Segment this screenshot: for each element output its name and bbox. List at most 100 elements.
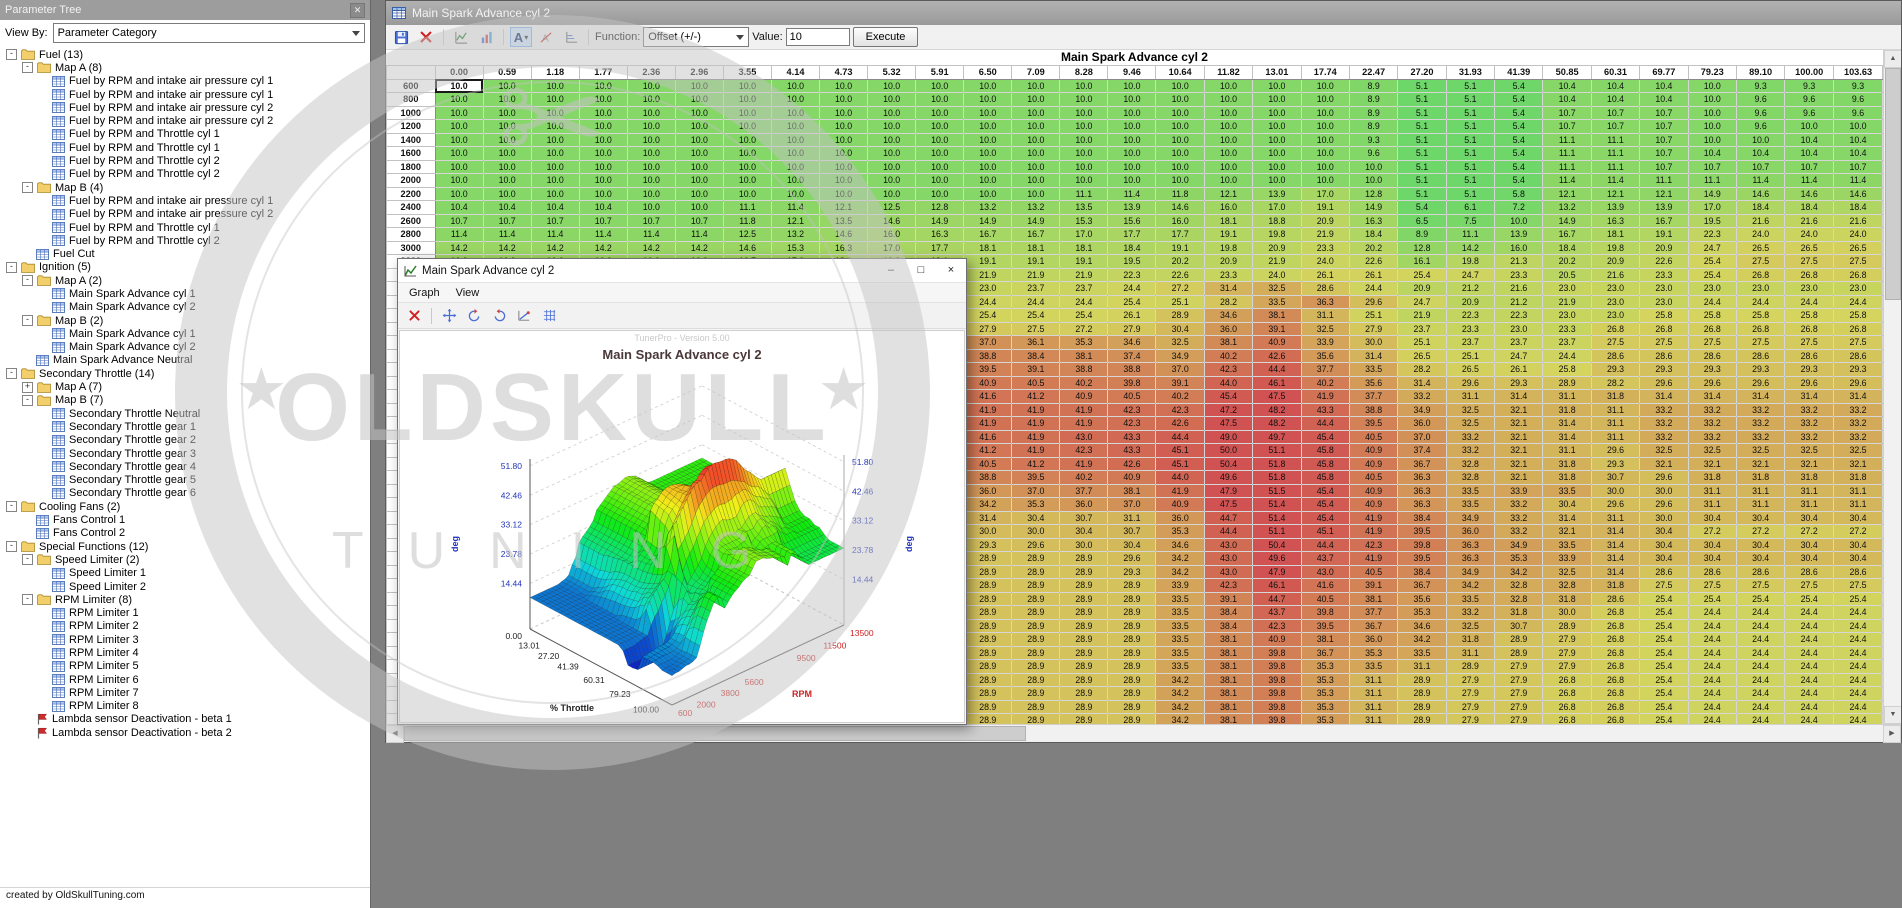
map-cell[interactable]: 33.2	[1785, 403, 1834, 417]
map-cell[interactable]: 33.2	[1736, 430, 1784, 444]
map-cell[interactable]: 12.8	[1398, 241, 1446, 255]
map-cell[interactable]: 36.3	[1398, 471, 1446, 485]
map-cell[interactable]: 28.9	[1012, 565, 1060, 579]
map-cell[interactable]: 18.8	[1253, 214, 1301, 228]
map-cell[interactable]: 43.0	[1204, 538, 1252, 552]
map-cell[interactable]: 28.9	[1012, 633, 1060, 647]
map-cell[interactable]: 10.0	[1253, 174, 1301, 188]
map-cell[interactable]: 24.0	[1834, 228, 1883, 242]
map-cell[interactable]: 33.2	[1446, 430, 1494, 444]
map-cell[interactable]: 33.2	[1446, 444, 1494, 458]
map-cell[interactable]: 5.1	[1398, 79, 1446, 93]
map-cell[interactable]: 28.6	[1834, 565, 1883, 579]
map-cell[interactable]: 31.1	[1688, 498, 1736, 512]
map-cell[interactable]: 28.9	[964, 579, 1012, 593]
map-cell[interactable]: 10.0	[1108, 174, 1156, 188]
map-cell[interactable]: 31.1	[1349, 700, 1397, 714]
map-cell[interactable]: 10.0	[531, 187, 579, 201]
map-cell[interactable]: 19.8	[1591, 241, 1639, 255]
map-cell[interactable]: 10.0	[1012, 133, 1060, 147]
map-cell[interactable]: 24.4	[1688, 660, 1736, 674]
map-cell[interactable]: 10.0	[1736, 133, 1784, 147]
map-cell[interactable]: 14.2	[483, 241, 531, 255]
map-cell[interactable]: 24.4	[1688, 700, 1736, 714]
map-cell[interactable]: 10.0	[531, 93, 579, 107]
map-cell[interactable]: 37.7	[1349, 390, 1397, 404]
map-cell[interactable]: 5.1	[1398, 187, 1446, 201]
map-cell[interactable]: 10.0	[771, 160, 819, 174]
map-cell[interactable]: 5.4	[1495, 160, 1543, 174]
map-cell[interactable]: 24.7	[1495, 349, 1543, 363]
map-cell[interactable]: 25.4	[1640, 633, 1688, 647]
map-cell[interactable]: 21.6	[1834, 214, 1883, 228]
map-cell[interactable]: 10.7	[1640, 120, 1688, 134]
map-cell[interactable]: 31.8	[1591, 579, 1639, 593]
map-cell[interactable]: 10.0	[868, 147, 916, 161]
map-cell[interactable]: 24.4	[1834, 673, 1883, 687]
map-cell[interactable]: 33.5	[1543, 484, 1591, 498]
map-cell[interactable]: 24.4	[1543, 349, 1591, 363]
map-cell[interactable]: 34.2	[1156, 714, 1204, 725]
map-cell[interactable]: 33.2	[1640, 430, 1688, 444]
map-cell[interactable]: 32.5	[1301, 322, 1349, 336]
map-cell[interactable]: 23.7	[1398, 322, 1446, 336]
minus-expander-icon[interactable]: -	[22, 315, 33, 326]
row-header[interactable]: 800	[387, 93, 436, 107]
map-cell[interactable]: 31.8	[1446, 633, 1494, 647]
map-cell[interactable]: 25.4	[1640, 592, 1688, 606]
map-cell[interactable]: 28.9	[1398, 700, 1446, 714]
map-cell[interactable]: 24.4	[1785, 606, 1834, 620]
map-cell[interactable]: 32.1	[1688, 457, 1736, 471]
map-cell[interactable]: 32.8	[1495, 579, 1543, 593]
vertical-scroll-thumb[interactable]	[1885, 68, 1901, 300]
maximize-button[interactable]: □	[906, 259, 936, 282]
map-cell[interactable]: 31.8	[1543, 592, 1591, 606]
map-cell[interactable]: 17.0	[1253, 201, 1301, 215]
map-cell[interactable]: 17.0	[1688, 201, 1736, 215]
map-cell[interactable]: 26.5	[1446, 363, 1494, 377]
map-cell[interactable]: 32.1	[1495, 417, 1543, 431]
map-cell[interactable]: 10.0	[820, 147, 868, 161]
map-cell[interactable]: 28.6	[1591, 349, 1639, 363]
map-cell[interactable]: 27.5	[1834, 336, 1883, 350]
map-cell[interactable]: 27.5	[1736, 255, 1784, 269]
map-cell[interactable]: 18.1	[1204, 214, 1252, 228]
map-cell[interactable]: 27.5	[1785, 579, 1834, 593]
map-cell[interactable]: 31.8	[1688, 471, 1736, 485]
map-cell[interactable]: 11.4	[1785, 174, 1834, 188]
col-header[interactable]: 60.31	[1591, 66, 1639, 80]
map-cell[interactable]: 39.8	[1253, 660, 1301, 674]
map-cell[interactable]: 26.8	[1543, 700, 1591, 714]
map-cell[interactable]: 37.4	[1398, 444, 1446, 458]
map-cell[interactable]: 28.9	[1398, 687, 1446, 701]
map-cell[interactable]: 10.0	[435, 147, 483, 161]
scroll-right-arrow-icon[interactable]: ▶	[1883, 725, 1901, 743]
map-cell[interactable]: 31.8	[1785, 471, 1834, 485]
map-cell[interactable]: 45.1	[1156, 444, 1204, 458]
map-cell[interactable]: 33.2	[1640, 417, 1688, 431]
map-cell[interactable]: 28.9	[964, 606, 1012, 620]
map-cell[interactable]: 28.9	[964, 552, 1012, 566]
map-cell[interactable]: 27.9	[1446, 673, 1494, 687]
tree-item[interactable]: -Fuel (13)	[2, 48, 370, 61]
map-cell[interactable]: 28.9	[1012, 673, 1060, 687]
map-cell[interactable]: 23.3	[1204, 268, 1252, 282]
map-cell[interactable]: 18.1	[1591, 228, 1639, 242]
map-cell[interactable]: 28.6	[1736, 349, 1784, 363]
map-cell[interactable]: 10.0	[1204, 174, 1252, 188]
map-cell[interactable]: 28.9	[1060, 660, 1108, 674]
map-cell[interactable]: 39.8	[1253, 714, 1301, 725]
map-cell[interactable]: 28.6	[1301, 282, 1349, 296]
map-cell[interactable]: 35.3	[1301, 687, 1349, 701]
map-cell[interactable]: 47.2	[1204, 403, 1252, 417]
map-cell[interactable]: 10.0	[627, 160, 675, 174]
map-cell[interactable]: 10.0	[771, 174, 819, 188]
map-cell[interactable]: 30.4	[1736, 511, 1784, 525]
map-cell[interactable]: 26.8	[1591, 660, 1639, 674]
map-cell[interactable]: 27.9	[1543, 646, 1591, 660]
map-cell[interactable]: 28.9	[964, 700, 1012, 714]
map-cell[interactable]: 33.2	[1688, 417, 1736, 431]
map-cell[interactable]: 28.9	[1012, 646, 1060, 660]
map-cell[interactable]: 10.0	[1108, 120, 1156, 134]
map-cell[interactable]: 31.1	[1736, 498, 1784, 512]
